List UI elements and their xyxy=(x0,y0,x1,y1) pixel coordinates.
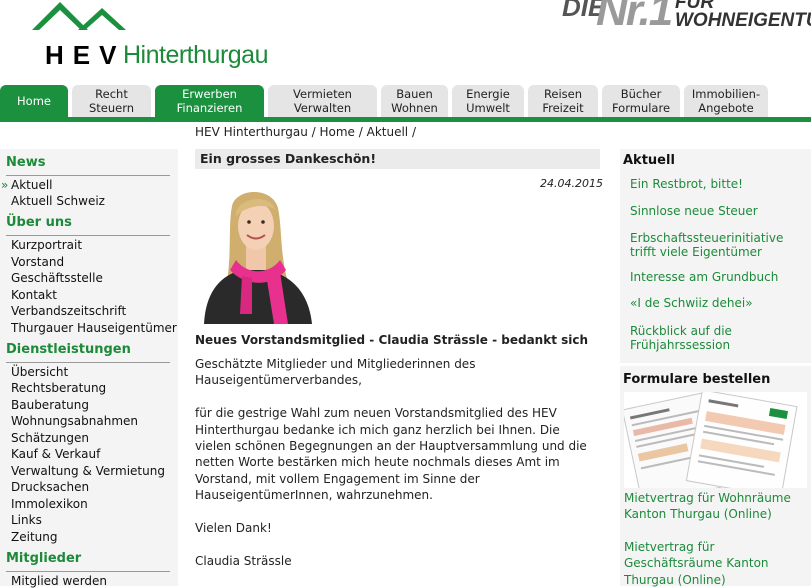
tab-buecher-formulare[interactable]: Bücher Formulare xyxy=(602,85,680,117)
sidebar-item-uebersicht[interactable]: Übersicht xyxy=(11,365,68,379)
sidebar-item-drucksachen[interactable]: Drucksachen xyxy=(11,480,89,494)
tab-bauen-wohnen[interactable]: Bauen Wohnen xyxy=(381,85,448,117)
sidebar-item-links[interactable]: Links xyxy=(11,513,42,527)
sidebar-item-verbandszeitschrift[interactable]: Verbandszeitschrift xyxy=(11,304,126,318)
slogan-fuer: FÜR WOHNEIGENTUM xyxy=(675,0,811,30)
tab-label: Energie Umwelt xyxy=(466,87,510,115)
logo-hev-text: HEV xyxy=(45,40,126,70)
form-link-wohnraeume[interactable]: Mietvertrag für Wohnräume Kanton Thurgau… xyxy=(624,490,810,523)
article-paragraph: Geschätzte Mitglieder und Mitgliederinne… xyxy=(195,357,476,388)
divider xyxy=(6,362,170,363)
sidebar-item-kontakt[interactable]: Kontakt xyxy=(11,288,57,302)
article-signature: Claudia Strässle xyxy=(195,553,292,568)
divider xyxy=(620,363,811,366)
logo-region-text: Hinterthurgau xyxy=(123,41,268,69)
nav-underline xyxy=(0,117,811,122)
sidebar-item-aktuell-schweiz[interactable]: Aktuell Schweiz xyxy=(11,194,105,208)
tab-label: Vermieten Verwalten xyxy=(293,87,352,115)
form-link-geschaeftsraeume[interactable]: Mietvertrag für Geschäftsräume Kanton Th… xyxy=(624,539,810,588)
article-subheading: Neues Vorstandsmitglied - Claudia Sträss… xyxy=(195,333,589,347)
news-link[interactable]: «I de Schwiiz dehei» xyxy=(630,296,808,311)
tab-label: Recht Steuern xyxy=(88,87,135,115)
tab-label: Home xyxy=(17,94,51,108)
tab-energie-umwelt[interactable]: Energie Umwelt xyxy=(452,85,524,117)
news-link[interactable]: Sinnlose neue Steuer xyxy=(630,204,808,219)
sidebar-item-vorstand[interactable]: Vorstand xyxy=(11,255,64,269)
sidebar-item-kurzportrait[interactable]: Kurzportrait xyxy=(11,238,82,252)
aktuell-heading: Aktuell xyxy=(623,153,675,168)
article-date: 24.04.2015 xyxy=(540,177,603,190)
divider xyxy=(6,175,170,176)
tab-erwerben-finanzieren[interactable]: Erwerben Finanzieren xyxy=(155,85,264,117)
sidebar-item-thurgauer-hauseigentuemer[interactable]: Thurgauer Hauseigentümer xyxy=(11,321,177,335)
tab-immobilien-angebote[interactable]: Immobilien- Angebote xyxy=(684,85,768,117)
tab-label: Reisen Freizeit xyxy=(542,87,584,115)
sidebar-section-dienstleistungen[interactable]: Dienstleistungen xyxy=(6,342,131,357)
house-roofs-icon xyxy=(32,2,126,38)
formulare-heading: Formulare bestellen xyxy=(623,372,771,387)
sidebar-section-ueber-uns[interactable]: Über uns xyxy=(6,215,72,230)
article-title: Ein grosses Dankeschön! xyxy=(195,149,600,169)
sidebar-item-bauberatung[interactable]: Bauberatung xyxy=(11,398,89,412)
article-paragraph: Vielen Dank! xyxy=(195,521,272,536)
left-sidebar: News Aktuell Aktuell Schweiz Über uns Ku… xyxy=(0,149,178,588)
divider xyxy=(6,571,170,572)
article-body: Geschätzte Mitglieder und Mitgliederinne… xyxy=(195,356,595,586)
news-link[interactable]: Ein Restbrot, bitte! xyxy=(630,177,808,192)
news-link[interactable]: Erbschaftssteuerinitiative trifft viele … xyxy=(630,231,808,259)
divider xyxy=(6,235,170,236)
tab-label: Immobilien- Angebote xyxy=(691,87,761,115)
tab-reisen-freizeit[interactable]: Reisen Freizeit xyxy=(528,85,598,117)
breadcrumb[interactable]: HEV Hinterthurgau / Home / Aktuell / xyxy=(195,125,416,139)
main-navigation: Home Recht Steuern Erwerben Finanzieren … xyxy=(0,85,811,117)
sidebar-item-immolexikon[interactable]: Immolexikon xyxy=(11,497,88,511)
news-link[interactable]: Interesse am Grundbuch xyxy=(630,270,808,285)
article-paragraph: für die gestrige Wahl zum neuen Vorstand… xyxy=(195,406,587,503)
tab-label: Bauen Wohnen xyxy=(391,87,438,115)
sidebar-item-aktuell[interactable]: Aktuell xyxy=(1,178,52,192)
portrait-photo xyxy=(196,186,318,324)
tab-home[interactable]: Home xyxy=(0,85,68,117)
sidebar-item-wohnungsabnahmen[interactable]: Wohnungsabnahmen xyxy=(11,414,138,428)
tab-vermieten-verwalten[interactable]: Vermieten Verwalten xyxy=(268,85,377,117)
forms-preview-image[interactable] xyxy=(624,392,807,488)
sidebar-item-zeitung[interactable]: Zeitung xyxy=(11,530,57,544)
sidebar-item-geschaeftsstelle[interactable]: Geschäftsstelle xyxy=(11,271,103,285)
tab-recht-steuern[interactable]: Recht Steuern xyxy=(72,85,151,117)
right-sidebar: Aktuell Ein Restbrot, bitte! Sinnlose ne… xyxy=(620,149,811,588)
sidebar-item-rechtsberatung[interactable]: Rechtsberatung xyxy=(11,381,106,395)
site-logo[interactable]: HEV Hinterthurgau xyxy=(30,0,268,72)
slogan-wohneigentum: WOHNEIGENTUM xyxy=(675,10,811,31)
sidebar-section-mitglieder[interactable]: Mitglieder xyxy=(6,551,81,566)
sidebar-section-news[interactable]: News xyxy=(6,155,45,170)
slogan: DIE Nr.1 FÜR WOHNEIGENTUM xyxy=(562,0,811,35)
slogan-nr: Nr.1 xyxy=(596,0,673,35)
sidebar-item-kauf-verkauf[interactable]: Kauf & Verkauf xyxy=(11,447,100,461)
sidebar-item-verwaltung-vermietung[interactable]: Verwaltung & Vermietung xyxy=(11,464,165,478)
tab-label: Erwerben Finanzieren xyxy=(176,87,243,115)
sidebar-item-schaetzungen[interactable]: Schätzungen xyxy=(11,431,89,445)
news-link[interactable]: Rückblick auf die Frühjahrssession xyxy=(630,324,808,352)
tab-label: Bücher Formulare xyxy=(611,87,671,115)
